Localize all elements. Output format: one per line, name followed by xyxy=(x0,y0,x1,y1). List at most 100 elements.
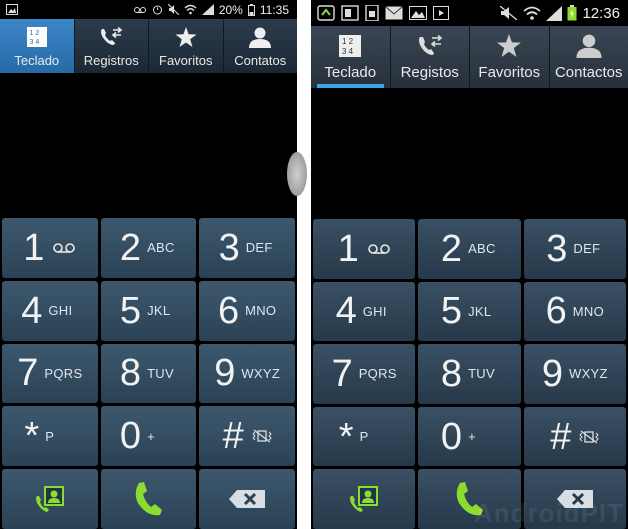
key-3[interactable]: 3 DEF xyxy=(523,219,626,279)
key-letters: MNO xyxy=(245,303,277,319)
tab-contacts[interactable]: Contactos xyxy=(550,26,628,88)
svg-text:3 4: 3 4 xyxy=(342,47,354,56)
battery-icon xyxy=(247,3,255,16)
tab-label: Teclado xyxy=(14,53,60,68)
key-2[interactable]: 2 ABC xyxy=(418,219,521,279)
key-3[interactable]: 3 DEF xyxy=(199,218,295,278)
key-8[interactable]: 8 TUV xyxy=(418,344,521,404)
key-digit: 9 xyxy=(541,352,564,395)
key-7[interactable]: 7 PQRS xyxy=(313,344,416,404)
backspace-icon xyxy=(229,490,266,509)
key-letters: GHI xyxy=(48,303,73,319)
key-4[interactable]: 4 GHI xyxy=(2,280,98,341)
key-6[interactable]: 6 MNO xyxy=(199,280,295,341)
key-4[interactable]: 4 GHI xyxy=(313,281,416,342)
star-icon xyxy=(175,24,197,50)
tab-label: Favoritos xyxy=(478,64,541,81)
key-letters: WXYZ xyxy=(241,365,281,381)
key-digit: * xyxy=(24,415,40,458)
add-contact-button[interactable] xyxy=(313,469,416,529)
gallery-icon xyxy=(409,6,427,20)
key-digit: 9 xyxy=(214,352,236,395)
tab-call-log[interactable]: Registos xyxy=(391,26,470,88)
star-icon xyxy=(496,33,522,59)
key-letters: + xyxy=(147,428,155,444)
tab-favorites[interactable]: Favoritos xyxy=(149,19,224,73)
key-digit: 5 xyxy=(440,290,463,333)
usb-icon xyxy=(317,5,335,21)
key-letters: GHI xyxy=(362,303,387,319)
key-letters: P xyxy=(359,429,369,445)
key-letters: DEF xyxy=(573,241,601,257)
key-digit: 4 xyxy=(21,289,43,332)
tab-label: Registos xyxy=(400,64,459,81)
status-time: 11:35 xyxy=(259,2,289,17)
key-letters: JKL xyxy=(147,303,171,319)
key-digit: 8 xyxy=(119,352,142,395)
wifi-icon xyxy=(184,4,197,15)
tab-label: Contactos xyxy=(554,64,623,81)
key-0[interactable]: 0 + xyxy=(418,406,521,467)
key-hash[interactable]: # xyxy=(523,406,626,467)
call-log-icon xyxy=(99,24,123,50)
tab-label: Favoritos xyxy=(159,53,213,68)
key-digit: # xyxy=(550,415,572,458)
wifi-icon xyxy=(523,6,542,20)
tab-keypad[interactable]: 1 23 4 Teclado xyxy=(311,26,391,88)
person-icon xyxy=(576,33,602,59)
key-letters: PQRS xyxy=(358,366,397,382)
key-letters: JKL xyxy=(468,303,492,319)
key-9[interactable]: 9 WXYZ xyxy=(199,343,295,404)
watermark: AndroidPIT xyxy=(473,498,624,528)
status-bar: 20% 11:35 xyxy=(0,0,297,19)
tab-contacts[interactable]: Contatos xyxy=(224,19,298,73)
svg-text:1 2: 1 2 xyxy=(29,30,39,37)
sd-card-icon xyxy=(365,5,379,21)
contact-card-icon xyxy=(35,486,65,513)
key-5[interactable]: 5 JKL xyxy=(100,280,197,341)
alarm-icon xyxy=(152,4,163,15)
tab-label: Contatos xyxy=(234,53,287,68)
key-digit: 0 xyxy=(119,415,142,458)
key-1[interactable]: 1 xyxy=(313,219,416,279)
contact-card-icon xyxy=(349,486,379,513)
key-6[interactable]: 6 MNO xyxy=(523,281,626,342)
key-7[interactable]: 7 PQRS xyxy=(2,343,98,404)
key-letters: MNO xyxy=(572,303,605,319)
tab-favorites[interactable]: Favoritos xyxy=(470,26,550,88)
signal-icon xyxy=(546,5,563,21)
key-9[interactable]: 9 WXYZ xyxy=(523,344,626,404)
key-0[interactable]: 0 + xyxy=(100,406,197,467)
key-letters: DEF xyxy=(245,240,273,256)
email-icon xyxy=(385,6,403,20)
key-5[interactable]: 5 JKL xyxy=(418,281,521,342)
media-icon xyxy=(433,6,449,20)
tab-keypad[interactable]: 1 23 4 Teclado xyxy=(0,19,75,73)
vibrate-mute-icon xyxy=(579,430,600,444)
battery-charging-icon xyxy=(567,5,577,21)
key-1[interactable]: 1 xyxy=(2,218,98,278)
dial-keypad: 1 2 ABC 3 DEF 4 GHI 5 JKL 6 MNO 7 PQRS 8… xyxy=(0,218,297,529)
dial-keypad: 1 2 ABC 3 DEF 4 GHI 5 JKL 6 MNO 7 PQRS 8… xyxy=(311,219,628,529)
key-letters: ABC xyxy=(147,240,175,256)
right-phone-screen: 12:36 1 23 4 Teclado Registos Favoritos xyxy=(311,0,628,529)
phone-icon xyxy=(133,481,163,517)
add-contact-button[interactable] xyxy=(2,469,98,529)
call-button[interactable] xyxy=(100,469,197,529)
vibrate-mute-icon xyxy=(252,429,272,443)
voicemail-icon xyxy=(367,243,391,255)
key-digit: 7 xyxy=(331,352,353,395)
person-icon xyxy=(249,24,272,50)
tab-call-log[interactable]: Registros xyxy=(75,19,149,73)
key-star[interactable]: * P xyxy=(313,406,416,467)
key-hash[interactable]: # xyxy=(199,406,295,467)
key-8[interactable]: 8 TUV xyxy=(100,343,197,404)
svg-text:1 2: 1 2 xyxy=(342,37,354,46)
key-digit: 5 xyxy=(119,289,142,332)
key-star[interactable]: * P xyxy=(2,406,98,467)
key-letters: WXYZ xyxy=(569,366,608,382)
key-2[interactable]: 2 ABC xyxy=(100,218,197,278)
backspace-button[interactable] xyxy=(199,469,295,529)
key-letters: TUV xyxy=(468,366,495,382)
key-digit: # xyxy=(222,415,244,458)
